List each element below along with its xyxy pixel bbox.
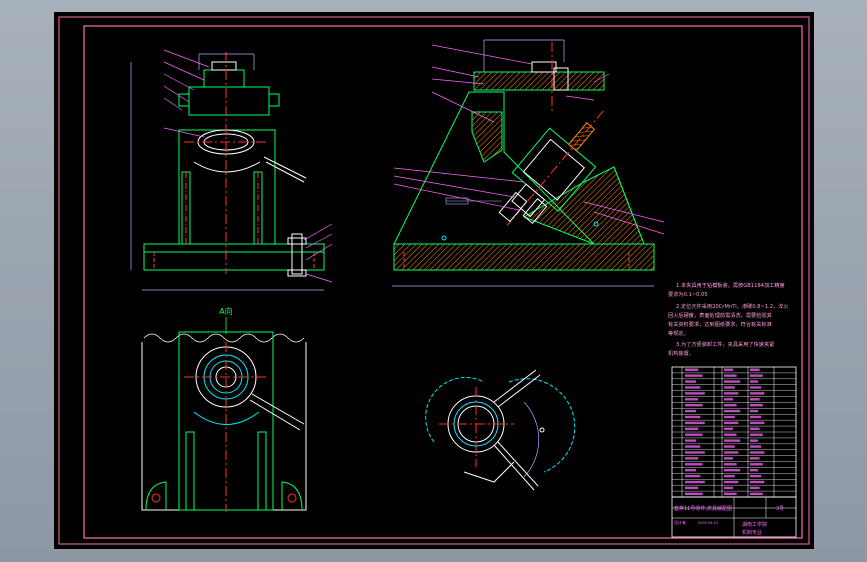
- parts-cell-mark: [685, 468, 696, 472]
- parts-cell-mark: [685, 433, 703, 436]
- tech-line-5: 有关资料要求，达到图纸要求，符合有关标准: [668, 320, 772, 328]
- parts-cell-mark: [724, 415, 735, 419]
- parts-cell-mark: [724, 480, 739, 484]
- parts-cell-mark: [724, 474, 735, 478]
- parts-cell-mark: [685, 492, 703, 496]
- tech-line-8: 机构装置。: [668, 349, 694, 357]
- parts-cell-mark: [750, 463, 763, 466]
- parts-cell-mark: [724, 421, 739, 425]
- parts-cell-mark: [685, 463, 703, 466]
- designer-label: 设计者: [674, 519, 686, 525]
- front-view[interactable]: [130, 49, 333, 291]
- parts-cell-mark: [724, 439, 741, 442]
- parts-cell-mark: [724, 492, 737, 496]
- tech-requirements: 1.本夹具用于钻模板装，需按GB1184加工精度 要求为0.1~0.05 2.定…: [668, 281, 789, 357]
- parts-cell-mark: [724, 486, 733, 490]
- parts-cell-mark: [724, 409, 741, 413]
- parts-cell-mark: [685, 421, 705, 425]
- parts-cell-mark: [724, 457, 733, 460]
- parts-cell-mark: [724, 427, 733, 431]
- parts-cell-mark: [750, 415, 762, 419]
- parts-cell-mark: [750, 386, 762, 389]
- parts-cell-mark: [750, 468, 758, 472]
- parts-cell-mark: [750, 427, 760, 431]
- parts-cell-mark: [750, 392, 765, 395]
- parts-cell-mark: [750, 380, 758, 383]
- parts-cell-mark: [750, 398, 760, 401]
- parts-cell-mark: [685, 386, 701, 389]
- parts-cell-mark: [750, 445, 762, 448]
- parts-cell-mark: [685, 392, 705, 395]
- parts-cell-mark: [724, 386, 735, 389]
- parts-cell-mark: [750, 433, 763, 436]
- parts-cell-mark: [750, 374, 763, 377]
- section-label: A向: [219, 306, 232, 316]
- parts-cell-mark: [685, 409, 696, 413]
- parts-cell-mark: [750, 486, 760, 490]
- title-block[interactable]: 套类11号零件,夹具装配图 3号 设计者 2005.06.10 湖南工学院 机制…: [671, 496, 797, 538]
- parts-cell-mark: [685, 374, 703, 377]
- parts-cell-mark: [724, 380, 741, 383]
- parts-cell-mark: [724, 433, 737, 436]
- a-direction-view[interactable]: A向: [141, 306, 307, 512]
- detail-view[interactable]: [425, 369, 576, 491]
- tech-line-3: 2.定位元件采用20CrMnTi，渗碳0.8~1.2，淬火: [676, 302, 789, 310]
- parts-cell-mark: [750, 480, 765, 484]
- parts-cell-mark: [685, 368, 699, 371]
- parts-list[interactable]: [671, 366, 797, 498]
- parts-cell-mark: [685, 480, 705, 484]
- parts-cell-mark: [724, 403, 737, 407]
- parts-cell-mark: [750, 451, 765, 454]
- parts-cell-mark: [750, 421, 765, 425]
- parts-cell-mark: [750, 457, 760, 460]
- drawing-sheet[interactable]: A向 1.本夹具用于钻模板装，需按GB1184加工精度 要求为0.1~0.05 …: [54, 12, 814, 549]
- parts-cell-mark: [685, 415, 701, 419]
- parts-cell-mark: [685, 457, 699, 460]
- tech-line-7: 3.为了方便装卸工件，夹具采用了快速夹紧: [676, 340, 774, 348]
- parts-cell-mark: [724, 392, 739, 395]
- parts-cell-mark: [750, 403, 763, 407]
- tech-line-6: 等规定。: [668, 329, 689, 337]
- tech-line-4: 回火后硬度，表面处理前需清洗，需要检验其: [668, 311, 772, 319]
- parts-cell-mark: [685, 439, 696, 442]
- class-name: 机制专业: [742, 529, 762, 536]
- parts-cell-mark: [724, 398, 733, 401]
- drawing-canvas: A向 1.本夹具用于钻模板装，需按GB1184加工精度 要求为0.1~0.05 …: [58, 16, 810, 545]
- parts-cell-mark: [685, 486, 699, 490]
- sheet-size: 3号: [776, 506, 784, 512]
- parts-cell-mark: [750, 439, 758, 442]
- drawing-title: 套类11号零件,夹具装配图: [674, 505, 732, 512]
- parts-cell-mark: [750, 409, 758, 413]
- parts-cell-mark: [685, 445, 701, 448]
- parts-cell-mark: [685, 398, 699, 401]
- parts-cell-mark: [750, 474, 762, 478]
- parts-cell-mark: [750, 492, 763, 496]
- parts-cell-mark: [724, 451, 739, 454]
- parts-cell-mark: [724, 368, 733, 371]
- side-view[interactable]: [392, 39, 665, 287]
- parts-cell-mark: [685, 451, 705, 454]
- parts-cell-mark: [724, 468, 741, 472]
- school-name: 湖南工学院: [742, 521, 767, 528]
- design-date: 2005.06.10: [698, 521, 718, 525]
- inner-border: [83, 25, 803, 539]
- parts-cell-mark: [685, 380, 696, 383]
- parts-cell-mark: [685, 403, 703, 407]
- parts-cell-mark: [750, 368, 760, 371]
- parts-cell-mark: [685, 427, 699, 431]
- parts-cell-mark: [724, 463, 737, 466]
- tech-line-2: 要求为0.1~0.05: [668, 290, 708, 298]
- parts-cell-mark: [685, 474, 701, 478]
- tech-line-1: 1.本夹具用于钻模板装，需按GB1184加工精度: [676, 281, 785, 289]
- parts-cell-mark: [724, 445, 735, 448]
- cad-viewport[interactable]: A向 1.本夹具用于钻模板装，需按GB1184加工精度 要求为0.1~0.05 …: [0, 0, 867, 562]
- parts-cell-mark: [724, 374, 737, 377]
